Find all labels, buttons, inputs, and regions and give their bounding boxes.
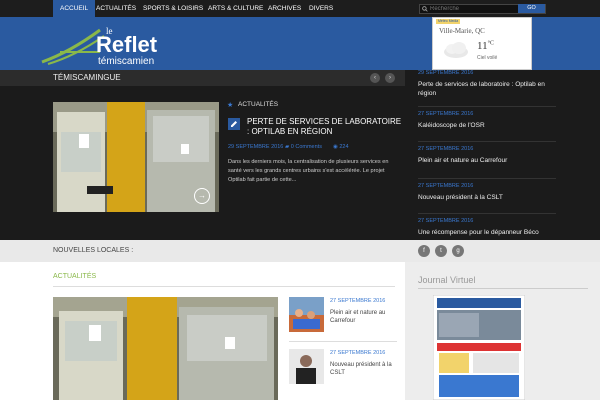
star-icon: ★ (227, 102, 234, 109)
list-item-title[interactable]: Plein air et nature au Carrefour (418, 156, 558, 165)
featured-comments[interactable]: ▰ 0 Comments (285, 144, 322, 150)
nav-item-arts-culture[interactable]: ARTS & CULTURE (201, 0, 270, 17)
local-news-label: NOUVELLES LOCALES : (53, 247, 134, 254)
nav-item-actualites[interactable]: ACTUALITÉS (89, 0, 143, 17)
sidebar-right: Journal Virtuel (405, 262, 600, 400)
featured-date: 29 SEPTEMBRE 2016 (228, 144, 284, 150)
list-item-title[interactable]: Nouveau président à la CSLT (418, 193, 558, 202)
search-go-button[interactable]: GO (518, 4, 545, 13)
weather-condition: Ciel voilé (477, 55, 498, 61)
divider (418, 106, 556, 107)
weather-widget[interactable]: Météo Media Ville-Marie, QC 11°C Ciel vo… (432, 17, 532, 70)
featured-headline[interactable]: PERTE DE SERVICES DE LABORATOIRE : OPTIL… (247, 117, 402, 137)
list-item-date: 27 SEPTEMBRE 2016 (330, 298, 386, 304)
next-slide-button[interactable]: › (385, 73, 395, 83)
facebook-icon[interactable]: f (418, 245, 430, 257)
list-item-date: 27 SEPTEMBRE 2016 (418, 146, 474, 152)
list-item-date: 27 SEPTEMBRE 2016 (418, 111, 474, 117)
weather-badge: Météo Media (436, 19, 461, 24)
weather-city: Ville-Marie, QC (439, 27, 485, 35)
divider (418, 213, 556, 214)
nav-item-divers[interactable]: DIVERS (302, 0, 340, 17)
search-icon (422, 6, 428, 12)
featured-excerpt: Dans les derniers mois, la centralisatio… (228, 159, 389, 183)
nav-item-sports-loisirs[interactable]: SPORTS & LOISIRS (136, 0, 210, 17)
featured-views: ◉ 224 (333, 144, 349, 150)
prev-slide-button[interactable]: ‹ (370, 73, 380, 83)
article-thumbnail[interactable] (289, 297, 324, 332)
divider (418, 141, 556, 142)
read-more-arrow-button[interactable]: → (194, 188, 210, 204)
local-news-bar: NOUVELLES LOCALES : f t g (0, 240, 600, 262)
latest-news-list: 29 SEPTEMBRE 2016 Perte de services de l… (410, 70, 600, 240)
featured-bar: TÉMISCAMINGUE ‹ › (0, 70, 405, 86)
divider (418, 288, 588, 289)
weather-temperature: 11°C (477, 40, 494, 52)
list-item[interactable]: 27 SEPTEMBRE 2016 Nouveau président à la… (418, 183, 558, 202)
pencil-icon (228, 118, 240, 130)
article-thumbnail[interactable] (289, 349, 324, 384)
list-item-date: 27 SEPTEMBRE 2016 (330, 350, 386, 356)
list-item[interactable]: 29 SEPTEMBRE 2016 Perte de services de l… (418, 70, 558, 98)
list-item[interactable]: 27 SEPTEMBRE 2016 Plein air et nature au… (418, 146, 558, 165)
divider (53, 286, 395, 287)
list-item-title[interactable]: Kaléidoscope de l'OSR (418, 121, 558, 130)
cloud-icon (444, 42, 468, 58)
featured-section: TÉMISCAMINGUE ‹ › → ★ ACTUALITÉS PERTE D… (0, 70, 600, 240)
list-item[interactable]: 27 SEPTEMBRE 2016 Une récompense pour le… (418, 218, 558, 237)
list-item-date: 27 SEPTEMBRE 2016 (418, 218, 474, 224)
list-item-date: 27 SEPTEMBRE 2016 (418, 183, 474, 189)
featured-section-title: TÉMISCAMINGUE (53, 73, 121, 82)
journal-cover-image[interactable] (433, 295, 525, 400)
list-item-title[interactable]: Perte de services de laboratoire : Optil… (418, 80, 558, 98)
list-item-title[interactable]: Nouveau président à la CSLT (330, 361, 400, 377)
twitter-icon[interactable]: t (435, 245, 447, 257)
divider (289, 341, 397, 342)
list-item-title[interactable]: Une récompense pour le dépanneur Béco (418, 228, 558, 237)
site-logo[interactable]: le Reflet témiscamien (40, 22, 180, 68)
main-section-title[interactable]: ACTUALITÉS (53, 273, 96, 280)
main-article-image[interactable] (53, 297, 278, 400)
list-item-date: 29 SEPTEMBRE 2016 (418, 70, 474, 76)
list-item-title[interactable]: Plein air et nature au Carrefour (330, 309, 400, 325)
top-navigation: ACCUEIL ACTUALITÉS SPORTS & LOISIRS ARTS… (0, 0, 600, 17)
search-input[interactable] (420, 5, 520, 13)
featured-category[interactable]: ACTUALITÉS (238, 101, 278, 108)
journal-virtuel-title: Journal Virtuel (418, 275, 476, 285)
logo-word: Reflet (96, 32, 158, 57)
divider (418, 178, 556, 179)
logo-subtitle: témiscamien (98, 56, 154, 67)
google-plus-icon[interactable]: g (452, 245, 464, 257)
list-item[interactable]: 27 SEPTEMBRE 2016 Kaléidoscope de l'OSR (418, 111, 558, 130)
